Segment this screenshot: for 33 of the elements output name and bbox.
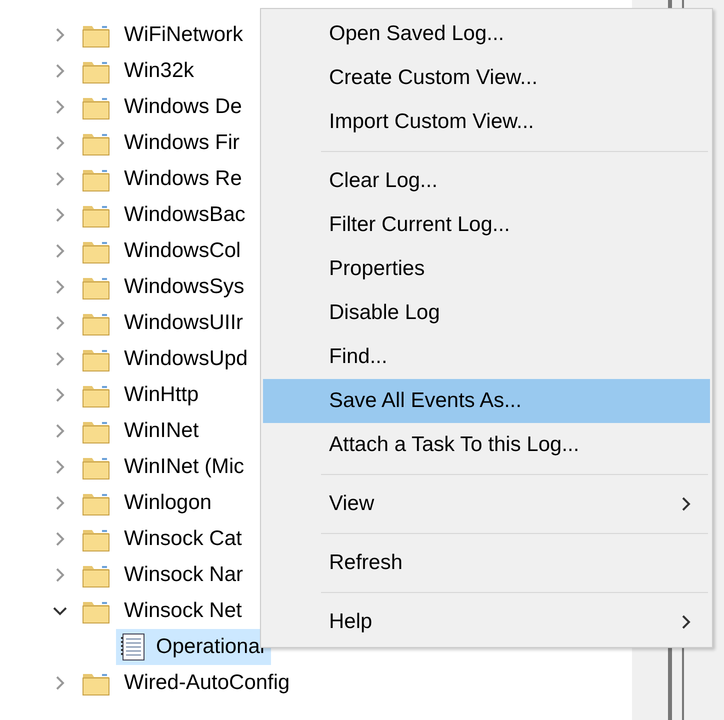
tree-item[interactable]: Wired-AutoConfig [124,666,294,700]
log-icon [120,633,146,661]
menu-item[interactable]: Save All Events As... [263,379,710,423]
tree-item[interactable]: Windows Re [124,162,246,196]
tree-item[interactable]: WinINet [124,414,203,448]
menu-item[interactable]: Disable Log [263,291,710,335]
menu-item[interactable]: Properties [263,247,710,291]
tree-item[interactable]: Windows Fir [124,126,244,160]
tree-item[interactable]: WinINet (Mic [124,450,248,484]
tree-item[interactable]: Winsock Net [124,594,246,628]
menu-item[interactable]: View [263,482,710,526]
menu-item[interactable]: Import Custom View... [263,100,710,144]
tree-item[interactable]: Operational [116,629,271,665]
menu-item[interactable]: Find... [263,335,710,379]
tree-item[interactable]: WindowsUIIr [124,306,248,340]
menu-item[interactable]: Open Saved Log... [263,12,710,56]
tree-item[interactable]: Winsock Cat [124,522,246,556]
menu-item[interactable]: Refresh [263,541,710,585]
menu-item[interactable]: Filter Current Log... [263,203,710,247]
tree-item[interactable]: WindowsCol [124,234,245,268]
tree-item[interactable]: Winsock Nar [124,558,248,592]
tree-item[interactable]: Windows De [124,90,246,124]
menu-item[interactable]: Attach a Task To this Log... [263,423,710,467]
menu-item[interactable]: Create Custom View... [263,56,710,100]
tree-item[interactable]: WinHttp [124,378,203,412]
tree-item-label: Operational [156,634,265,660]
tree-item[interactable]: Winlogon [124,486,216,520]
tree-item[interactable]: WindowsBac [124,198,250,232]
tree-item[interactable]: WiFiNetwork [124,18,247,52]
tree-item[interactable]: WindowsSys [124,270,248,304]
tree-item[interactable]: Win32k [124,54,198,88]
tree-item[interactable]: WindowsUpd [124,342,252,376]
menu-item[interactable]: Clear Log... [263,159,710,203]
